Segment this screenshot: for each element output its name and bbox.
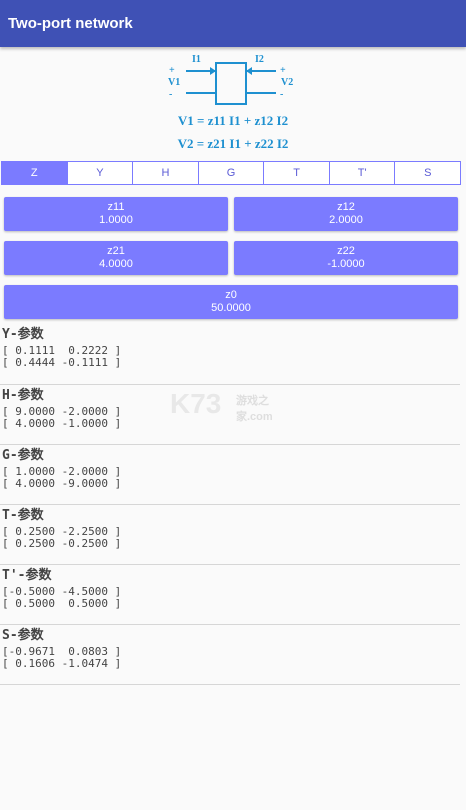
tab-h[interactable]: H [132,162,198,184]
label-i1: I1 [192,54,201,65]
label-minus-left: - [169,89,172,100]
label-plus-right: + [280,65,286,76]
z22-value: -1.0000 [327,258,365,270]
z11-value: 1.0000 [99,214,133,226]
section-title: H-参数 [2,388,44,403]
tab-y[interactable]: Y [66,162,133,184]
label-v2: V2 [281,77,293,88]
label-minus-right: - [280,89,283,100]
t-prime-params-section: T'-参数 [-0.5000 -4.5000 ] [ 0.5000 0.5000… [0,565,460,625]
g-params-section: G-参数 [ 1.0000 -2.0000 ] [ 4.0000 -9.0000… [0,445,460,505]
tab-z[interactable]: Z [2,162,67,184]
app-bar: Two-port network [0,0,466,47]
z12-value: 2.0000 [329,214,363,226]
z22-button[interactable]: z22 -1.0000 [234,241,458,275]
matrix-row: [ 4.0000 -1.0000 ] [2,417,122,430]
z0-button[interactable]: z0 50.0000 [4,285,458,319]
z12-label: z12 [337,201,355,213]
matrix-row: [ 0.5000 0.5000 ] [2,597,122,610]
z11-button[interactable]: z11 1.0000 [4,197,228,231]
section-title: G-参数 [2,448,44,463]
z21-button[interactable]: z21 4.0000 [4,241,228,275]
t-params-section: T-参数 [ 0.2500 -2.2500 ] [ 0.2500 -0.2500… [0,505,460,565]
section-title: T-参数 [2,508,44,523]
param-row-3: z0 50.0000 [4,285,458,319]
tab-g[interactable]: G [197,162,264,184]
label-plus-left: + [169,65,175,76]
section-title: S-参数 [2,628,44,643]
tab-t-prime[interactable]: T' [328,162,395,184]
matrix-row: [ 4.0000 -9.0000 ] [2,477,122,490]
label-v1: V1 [168,77,180,88]
parameter-tabs: Z Y H G T T' S [1,161,461,185]
z0-label: z0 [225,289,237,301]
y-params-section: Y-参数 [ 0.1111 0.2222 ] [ 0.4444 -0.1111 … [0,325,460,385]
matrix-row: [ 0.2500 -0.2500 ] [2,537,122,550]
z22-label: z22 [337,245,355,257]
matrix-row: [ 0.1606 -1.0474 ] [2,657,122,670]
app-title: Two-port network [8,15,133,32]
matrix-row: [ 0.4444 -0.1111 ] [2,356,122,369]
section-title: T'-参数 [2,568,52,583]
z21-value: 4.0000 [99,258,133,270]
two-port-diagram: I1 I2 V1 V2 + + - - [0,47,466,109]
z0-value: 50.0000 [211,302,251,314]
equation-1: V1 = z11 I1 + z12 I2 [177,113,289,128]
z21-label: z21 [107,245,125,257]
param-row-2: z21 4.0000 z22 -1.0000 [4,241,458,275]
results-list: Y-参数 [ 0.1111 0.2222 ] [ 0.4444 -0.1111 … [0,325,466,685]
z11-label: z11 [107,201,125,213]
h-params-section: H-参数 [ 9.0000 -2.0000 ] [ 4.0000 -1.0000… [0,385,460,445]
network-box [215,62,247,105]
s-params-section: S-参数 [-0.9671 0.0803 ] [ 0.1606 -1.0474 … [0,625,460,685]
section-title: Y-参数 [2,327,44,342]
param-row-1: z11 1.0000 z12 2.0000 [4,197,458,231]
equation-2: V2 = z21 I1 + z22 I2 [177,136,289,151]
tab-t[interactable]: T [263,162,329,184]
z12-button[interactable]: z12 2.0000 [234,197,458,231]
two-port-diagram-svg: I1 I2 V1 V2 + + - - [168,54,293,105]
label-i2: I2 [255,54,264,65]
tab-s[interactable]: S [394,162,461,184]
